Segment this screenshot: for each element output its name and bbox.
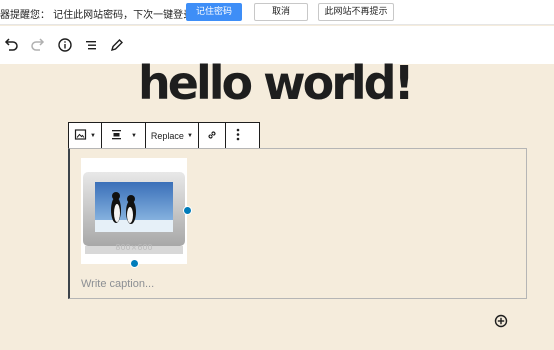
image-icon [74,128,87,143]
list-view-icon[interactable] [82,36,100,54]
link-icon [206,129,218,143]
password-save-bar: 器提醒您： 记住此网站密码，下次一键登录！ 记住密码 取消 此网站不再提示 [0,0,554,25]
block-type-group: ▼ [69,123,102,148]
more-vertical-icon [236,128,240,143]
info-icon[interactable] [56,36,74,54]
align-group: ▼ [102,123,146,148]
image[interactable]: 800×600 [81,158,187,264]
replace-group: Replace ▼ [146,123,199,148]
align-button[interactable]: ▼ [102,123,145,148]
chevron-down-icon: ▼ [90,132,96,139]
cancel-button[interactable]: 取消 [254,3,308,21]
align-center-icon [110,128,123,143]
caption-input[interactable]: Write caption... [81,278,154,290]
image-block-toolbar: ▼ ▼ Replace ▼ [68,122,260,149]
image-watermark: 800×600 [115,243,152,252]
redo-icon[interactable] [29,36,47,54]
image-block[interactable]: 800×600 Write caption... [68,148,527,299]
resize-handle-right[interactable] [183,206,192,215]
replace-button[interactable]: Replace ▼ [146,123,198,148]
replace-label: Replace [150,130,184,141]
undo-icon[interactable] [2,36,20,54]
password-save-message: 器提醒您： 记住此网站密码，下次一键登录！ [0,10,204,21]
insert-link-button[interactable] [199,123,225,148]
link-group [199,123,226,148]
penguin-image: 800×600 [81,158,187,264]
edit-icon[interactable] [108,36,126,54]
post-title[interactable]: hello world! [138,56,415,110]
more-options-button[interactable] [226,123,250,148]
more-group [226,123,250,148]
chevron-down-icon: ▼ [130,132,137,139]
image-block-switcher[interactable]: ▼ [69,123,101,148]
never-for-site-button[interactable]: 此网站不再提示 [318,3,394,21]
remember-password-button[interactable]: 记住密码 [186,3,242,21]
chevron-down-icon: ▼ [186,132,193,139]
resize-handle-bottom[interactable] [130,259,139,268]
add-block-icon[interactable] [494,314,508,328]
